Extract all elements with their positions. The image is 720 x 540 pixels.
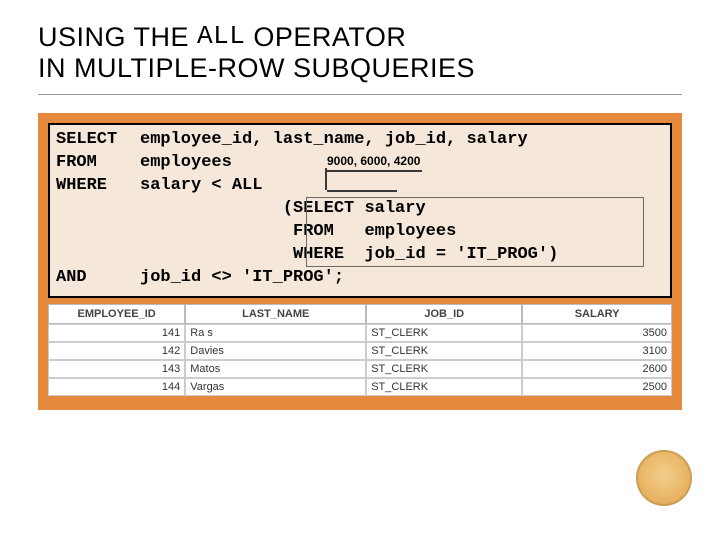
cell-job: ST_CLERK bbox=[366, 324, 522, 342]
cell-emp: 144 bbox=[48, 378, 185, 396]
results-table: EMPLOYEE_ID LAST_NAME JOB_ID SALARY 141 … bbox=[48, 304, 672, 396]
cell-sal: 3500 bbox=[522, 324, 672, 342]
table-row: 142 Davies ST_CLERK 3100 bbox=[48, 342, 672, 360]
decorative-circle bbox=[636, 450, 692, 506]
cell-name: Davies bbox=[185, 342, 366, 360]
cell-name: Vargas bbox=[185, 378, 366, 396]
cell-emp: 142 bbox=[48, 342, 185, 360]
cell-job: ST_CLERK bbox=[366, 360, 522, 378]
title-part1: USING THE bbox=[38, 22, 189, 53]
sql-select-cols: employee_id, last_name, job_id, salary bbox=[140, 130, 528, 149]
subq-l3b: job_id = 'IT_PROG') bbox=[364, 245, 558, 264]
title-operator: ALL bbox=[197, 22, 245, 53]
table-row: 144 Vargas ST_CLERK 2500 bbox=[48, 378, 672, 396]
subq-l2b: employees bbox=[364, 222, 456, 241]
col-last-name: LAST_NAME bbox=[185, 304, 366, 324]
cell-job: ST_CLERK bbox=[366, 342, 522, 360]
cell-emp: 141 bbox=[48, 324, 185, 342]
subq-l1b: salary bbox=[364, 199, 425, 218]
cell-sal: 2600 bbox=[522, 360, 672, 378]
subq-l1a: (SELECT bbox=[283, 199, 354, 218]
table-row: 141 Ra s ST_CLERK 3500 bbox=[48, 324, 672, 342]
sql-code-box: SELECTemployee_id, last_name, job_id, sa… bbox=[48, 123, 672, 298]
subq-l2a: FROM bbox=[283, 222, 334, 241]
cell-name: Ra s bbox=[185, 324, 366, 342]
cell-sal: 2500 bbox=[522, 378, 672, 396]
sql-where-expr: salary < ALL bbox=[140, 176, 262, 195]
table-row: 143 Matos ST_CLERK 2600 bbox=[48, 360, 672, 378]
col-employee-id: EMPLOYEE_ID bbox=[48, 304, 185, 324]
cell-emp: 143 bbox=[48, 360, 185, 378]
cell-sal: 3100 bbox=[522, 342, 672, 360]
kw-where: WHERE bbox=[56, 175, 140, 198]
cell-job: ST_CLERK bbox=[366, 378, 522, 396]
cell-name: Matos bbox=[185, 360, 366, 378]
kw-and: AND bbox=[56, 267, 140, 290]
kw-from: FROM bbox=[56, 152, 140, 175]
title-line2: IN MULTIPLE-ROW SUBQUERIES bbox=[38, 53, 475, 84]
col-salary: SALARY bbox=[522, 304, 672, 324]
sql-and-expr: job_id <> 'IT_PROG'; bbox=[140, 268, 344, 287]
slide-title: USING THE ALL OPERATOR IN MULTIPLE-ROW S… bbox=[38, 22, 682, 95]
col-job-id: JOB_ID bbox=[366, 304, 522, 324]
code-container: SELECTemployee_id, last_name, job_id, sa… bbox=[38, 113, 682, 410]
subq-l3a: WHERE bbox=[283, 245, 344, 264]
sql-from-tbl: employees bbox=[140, 153, 232, 172]
title-part2: OPERATOR bbox=[253, 22, 406, 53]
kw-select: SELECT bbox=[56, 129, 140, 152]
annotation-connector bbox=[325, 168, 417, 190]
